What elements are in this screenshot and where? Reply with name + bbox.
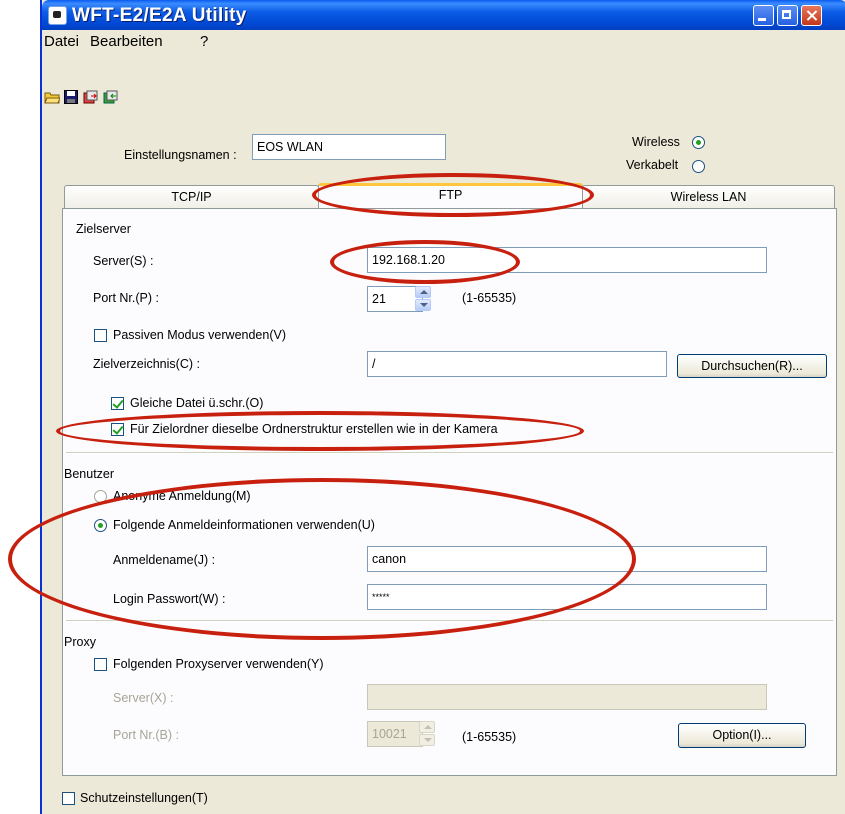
window-title: WFT-E2/E2A Utility bbox=[72, 5, 247, 26]
target-server-group-label: Zielserver bbox=[76, 222, 131, 236]
wireless-radio[interactable] bbox=[692, 136, 705, 149]
title-bar[interactable]: WFT-E2/E2A Utility bbox=[42, 0, 845, 30]
login-name-input[interactable]: canon bbox=[367, 546, 767, 572]
close-button[interactable] bbox=[801, 5, 822, 26]
spin-up-icon[interactable] bbox=[419, 721, 435, 733]
proxy-port-input[interactable]: 10021 bbox=[367, 721, 423, 747]
export-icon[interactable] bbox=[83, 90, 99, 104]
spin-down-icon[interactable] bbox=[419, 734, 435, 746]
proxy-port-range-label: (1-65535) bbox=[462, 730, 517, 744]
menu-bearbeiten[interactable]: Bearbeiten bbox=[90, 33, 163, 50]
browse-button[interactable]: Durchsuchen(R)... bbox=[677, 354, 827, 378]
menu-bar: Datei Bearbeiten ? bbox=[42, 30, 845, 52]
port-label: Port Nr.(P) : bbox=[93, 291, 159, 305]
maximize-button[interactable] bbox=[777, 5, 798, 26]
passive-mode-checkbox[interactable] bbox=[94, 329, 107, 342]
spin-down-icon[interactable] bbox=[415, 299, 431, 311]
server-input[interactable]: 192.168.1.20 bbox=[367, 247, 767, 273]
menu-help[interactable]: ? bbox=[200, 33, 208, 50]
anonymous-login-label: Anonyme Anmeldung(M) bbox=[113, 489, 251, 503]
port-range-label: (1-65535) bbox=[462, 291, 517, 305]
protection-settings-label: Schutzeinstellungen(T) bbox=[80, 791, 208, 805]
spin-up-icon[interactable] bbox=[415, 286, 431, 298]
use-proxy-checkbox[interactable] bbox=[94, 658, 107, 671]
save-icon[interactable] bbox=[64, 90, 80, 104]
protection-settings-checkbox[interactable] bbox=[62, 792, 75, 805]
proxy-port-label: Port Nr.(B) : bbox=[113, 728, 179, 742]
proxy-server-input[interactable] bbox=[367, 684, 767, 710]
target-dir-input[interactable]: / bbox=[367, 351, 667, 377]
settings-name-label: Einstellungsnamen : bbox=[124, 148, 237, 162]
tab-tcpip[interactable]: TCP/IP bbox=[64, 185, 319, 209]
password-input[interactable]: ***** bbox=[367, 584, 767, 610]
app-icon bbox=[48, 6, 67, 25]
folder-structure-label: Für Zielordner dieselbe Ordnerstruktur e… bbox=[130, 422, 498, 436]
wired-label: Verkabelt bbox=[626, 158, 679, 172]
overwrite-label: Gleiche Datei ü.schr.(O) bbox=[130, 396, 264, 410]
menu-datei[interactable]: Datei bbox=[44, 33, 79, 50]
separator bbox=[66, 452, 833, 454]
settings-name-field[interactable]: EOS WLAN bbox=[252, 134, 446, 160]
target-dir-label: Zielverzeichnis(C) : bbox=[93, 357, 200, 371]
anonymous-login-radio[interactable] bbox=[94, 490, 107, 503]
login-name-label: Anmeldename(J) : bbox=[113, 553, 216, 567]
folder-structure-checkbox[interactable] bbox=[111, 423, 124, 436]
server-label: Server(S) : bbox=[93, 254, 154, 268]
port-spinner[interactable] bbox=[415, 286, 431, 312]
login-info-radio[interactable] bbox=[94, 519, 107, 532]
user-group-label: Benutzer bbox=[64, 467, 115, 481]
minimize-button[interactable] bbox=[753, 5, 774, 26]
overwrite-checkbox[interactable] bbox=[111, 397, 124, 410]
open-folder-icon[interactable] bbox=[44, 90, 60, 104]
import-icon[interactable] bbox=[103, 90, 119, 104]
login-info-label: Folgende Anmeldeinformationen verwenden(… bbox=[113, 518, 375, 532]
tab-wireless-lan[interactable]: Wireless LAN bbox=[582, 185, 835, 209]
proxy-port-spinner[interactable] bbox=[419, 721, 435, 747]
proxy-server-label: Server(X) : bbox=[113, 691, 174, 705]
wired-radio[interactable] bbox=[692, 160, 705, 173]
password-label: Login Passwort(W) : bbox=[113, 592, 226, 606]
separator bbox=[66, 620, 833, 622]
tab-ftp[interactable]: FTP bbox=[318, 183, 583, 208]
app-window: WFT-E2/E2A Utility Datei Bearbeiten ? Ei… bbox=[8, 0, 845, 814]
passive-mode-label: Passiven Modus verwenden(V) bbox=[113, 328, 286, 342]
option-button[interactable]: Option(I)... bbox=[678, 723, 806, 748]
wireless-label: Wireless bbox=[632, 135, 680, 149]
proxy-group-label: Proxy bbox=[64, 635, 96, 649]
use-proxy-label: Folgenden Proxyserver verwenden(Y) bbox=[113, 657, 324, 671]
